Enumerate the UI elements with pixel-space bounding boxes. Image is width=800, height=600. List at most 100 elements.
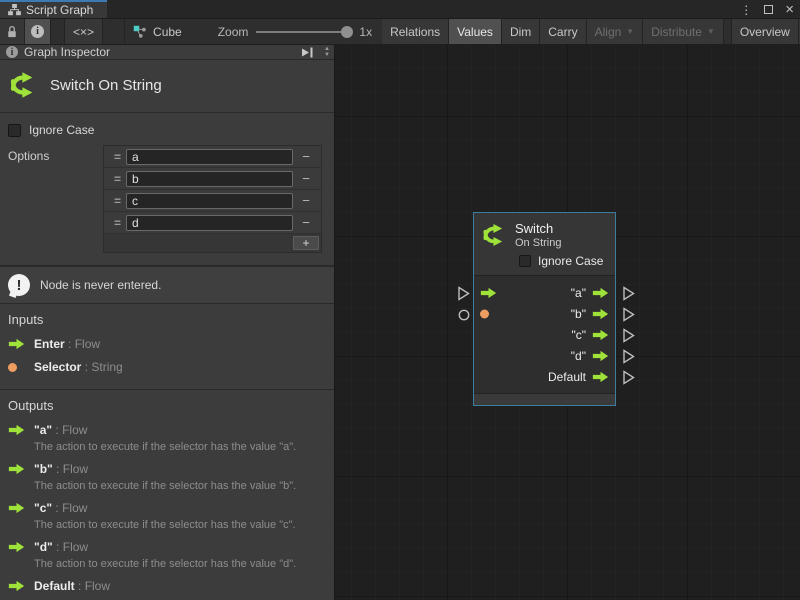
external-flow-input-port[interactable] — [457, 286, 470, 301]
tab-label: Script Graph — [26, 3, 93, 17]
toolbar-spacer — [51, 19, 65, 44]
flow-arrow-icon — [8, 580, 25, 592]
selector-input-dot-icon[interactable] — [480, 309, 489, 318]
port-separator: : — [52, 501, 62, 515]
flow-arrow-icon — [8, 502, 25, 514]
port-name: "b" — [34, 462, 53, 476]
panel-scroll-arrows[interactable]: ▲▼ — [324, 47, 330, 58]
graph-owner-label: Cube — [153, 25, 182, 39]
zoom-slider-knob[interactable] — [341, 26, 353, 38]
remove-option-button[interactable]: − — [293, 193, 319, 208]
add-option-button[interactable]: + — [293, 236, 319, 250]
external-output-port-default[interactable] — [622, 370, 635, 385]
flow-output-arrow-icon[interactable] — [592, 371, 609, 383]
drag-handle-icon[interactable]: = — [108, 216, 126, 230]
inputs-heading: Inputs — [8, 312, 326, 327]
input-port-enter: Enter : Flow — [8, 337, 326, 351]
port-name: "a" — [34, 423, 52, 437]
dock-panel-icon[interactable] — [301, 47, 314, 58]
graph-owner-button[interactable]: Cube — [125, 19, 190, 44]
ignore-case-checkbox[interactable] — [8, 124, 21, 137]
node-output-label: Default — [548, 370, 586, 384]
dim-button[interactable]: Dim — [502, 19, 540, 44]
port-name: "d" — [34, 540, 53, 554]
port-type: String — [91, 360, 122, 374]
external-output-port-c[interactable] — [622, 328, 635, 343]
unit-title: Switch On String — [50, 77, 162, 94]
relations-button[interactable]: Relations — [382, 19, 449, 44]
align-button[interactable]: Align ▼ — [587, 19, 644, 44]
flow-input-arrow-icon[interactable] — [480, 287, 497, 299]
switch-icon — [8, 70, 38, 100]
port-description: The action to execute if the selector ha… — [34, 480, 326, 492]
values-button[interactable]: Values — [449, 19, 502, 44]
port-type: Flow — [62, 501, 87, 515]
option-input[interactable] — [126, 193, 293, 209]
toolbar-spacer — [103, 19, 125, 44]
zoom-value: 1x — [359, 25, 372, 39]
drag-handle-icon[interactable]: = — [108, 172, 126, 186]
remove-option-button[interactable]: − — [293, 171, 319, 186]
port-separator: : — [53, 540, 63, 554]
external-output-port-a[interactable] — [622, 286, 635, 301]
remove-option-button[interactable]: − — [293, 149, 319, 164]
zoom-slider-track — [256, 31, 351, 33]
option-input[interactable] — [126, 171, 293, 187]
node-row-c: "c" — [474, 324, 615, 345]
option-input[interactable] — [126, 149, 293, 165]
node-row-default: Default — [474, 366, 615, 387]
external-output-port-b[interactable] — [622, 307, 635, 322]
external-value-input-port[interactable] — [458, 309, 470, 321]
values-label: Values — [457, 25, 493, 39]
node-output-label: "c" — [571, 328, 586, 342]
graph-canvas[interactable]: Switch On String Ignore Case "a" — [335, 45, 800, 600]
chevron-up-icon: ▲ — [324, 47, 330, 52]
inputs-section: Inputs Enter : Flow Selector : String — [0, 304, 334, 390]
code-view-button[interactable]: <×> — [65, 19, 103, 44]
tab-bar: Script Graph ⋮ × — [0, 0, 800, 19]
info-icon: i — [31, 25, 44, 38]
lock-icon — [6, 25, 18, 38]
option-input[interactable] — [126, 215, 293, 231]
node-title: Switch — [515, 221, 561, 236]
port-description: The action to execute if the selector ha… — [34, 441, 326, 453]
lock-button[interactable] — [0, 19, 25, 44]
node-header[interactable]: Switch On String Ignore Case — [474, 213, 615, 276]
overview-button[interactable]: Overview — [732, 19, 799, 44]
carry-label: Carry — [548, 25, 577, 39]
flow-output-arrow-icon[interactable] — [592, 287, 609, 299]
drag-handle-icon[interactable]: = — [108, 150, 126, 164]
flow-output-arrow-icon[interactable] — [592, 329, 609, 341]
chevron-down-icon: ▼ — [324, 53, 330, 58]
inspector-toggle-button[interactable]: i — [25, 19, 51, 44]
chevron-down-icon: ▼ — [626, 27, 634, 36]
options-section: Ignore Case Options = − = − — [0, 113, 334, 266]
flow-output-arrow-icon[interactable] — [592, 350, 609, 362]
remove-option-button[interactable]: − — [293, 215, 319, 230]
port-type: Flow — [85, 579, 110, 593]
switch-icon — [481, 222, 507, 248]
distribute-button[interactable]: Distribute ▼ — [643, 19, 724, 44]
switch-on-string-node[interactable]: Switch On String Ignore Case "a" — [473, 212, 616, 406]
window-menu-icon[interactable]: ⋮ — [740, 3, 752, 17]
close-icon[interactable]: × — [785, 5, 794, 14]
zoom-slider[interactable] — [256, 25, 351, 39]
port-type: Flow — [63, 540, 88, 554]
output-port-default: Default : Flow — [8, 579, 326, 593]
option-row: = − — [104, 190, 321, 212]
tab-script-graph[interactable]: Script Graph — [0, 0, 107, 18]
warning-text: Node is never entered. — [40, 278, 161, 292]
port-separator: : — [65, 337, 75, 351]
carry-button[interactable]: Carry — [540, 19, 586, 44]
flow-output-arrow-icon[interactable] — [592, 308, 609, 320]
maximize-icon[interactable] — [764, 5, 773, 14]
port-separator: : — [52, 423, 62, 437]
node-ignore-case-checkbox[interactable] — [519, 255, 531, 267]
flow-arrow-icon — [8, 424, 25, 436]
external-output-port-d[interactable] — [622, 349, 635, 364]
drag-handle-icon[interactable]: = — [108, 194, 126, 208]
output-port-a: "a" : Flow — [8, 423, 326, 437]
port-name: Selector — [34, 360, 81, 374]
info-icon: i — [6, 46, 18, 58]
graph-hierarchy-icon — [8, 4, 21, 16]
